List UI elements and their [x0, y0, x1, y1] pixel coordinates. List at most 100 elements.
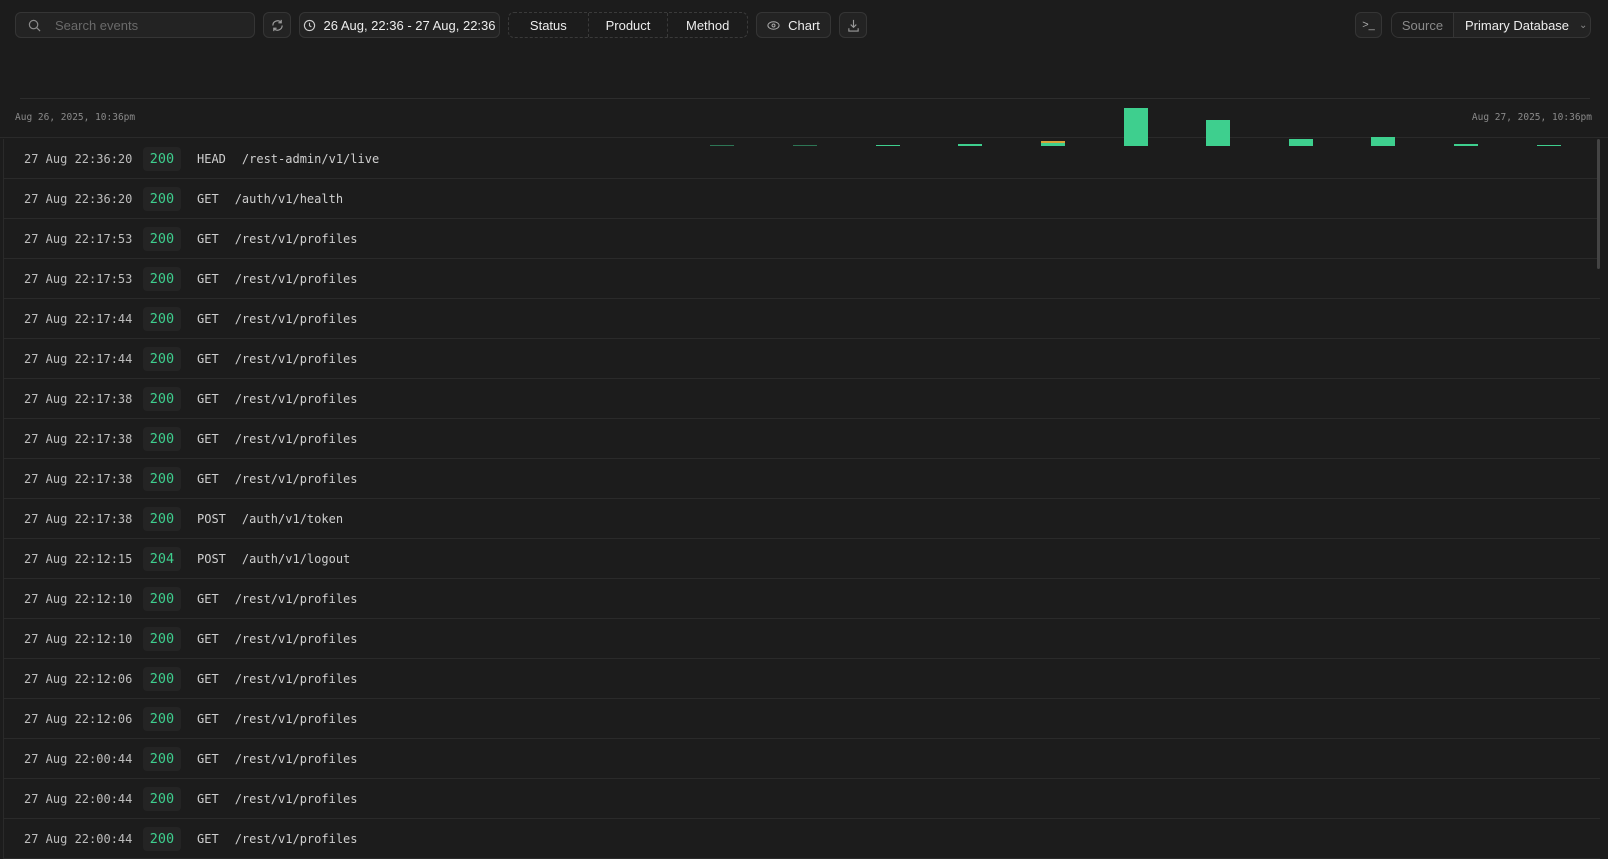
table-row[interactable]: 27 Aug 22:36:20 200 GET/auth/v1/health	[4, 179, 1600, 219]
row-method: GET	[197, 271, 219, 286]
status-badge: 200	[143, 306, 181, 331]
status-badge: 200	[143, 706, 181, 731]
terminal-icon: >_	[1362, 19, 1375, 31]
row-path: /rest/v1/profiles	[234, 351, 358, 366]
table-row[interactable]: 27 Aug 22:00:44 200 GET/rest/v1/profiles	[4, 819, 1600, 859]
chart-toggle-button[interactable]: Chart	[756, 12, 831, 38]
row-timestamp: 27 Aug 22:12:15	[24, 551, 133, 566]
table-row[interactable]: 27 Aug 22:36:20 200 HEAD/rest-admin/v1/liv…	[4, 139, 1600, 179]
table-row[interactable]: 27 Aug 22:17:53 200 GET/rest/v1/profiles	[4, 259, 1600, 299]
chart-label: Chart	[788, 17, 820, 33]
row-path: /rest-admin/v1/live	[241, 151, 380, 166]
row-method: GET	[197, 471, 219, 486]
row-path: /auth/v1/logout	[241, 551, 351, 566]
scrollbar[interactable]	[1597, 139, 1600, 269]
row-timestamp: 27 Aug 22:17:53	[24, 271, 133, 286]
date-range-button[interactable]: 26 Aug, 22:36 - 27 Aug, 22:36	[299, 12, 500, 38]
status-badge: 200	[143, 786, 181, 811]
row-method: GET	[197, 431, 219, 446]
row-timestamp: 27 Aug 22:12:06	[24, 671, 133, 686]
row-path: /rest/v1/profiles	[234, 231, 358, 246]
table-row[interactable]: 27 Aug 22:12:10 200 GET/rest/v1/profiles	[4, 619, 1600, 659]
row-method: GET	[197, 351, 219, 366]
row-method: GET	[197, 391, 219, 406]
table-row[interactable]: 27 Aug 22:17:38 200 POST/auth/v1/token	[4, 499, 1600, 539]
refresh-button[interactable]	[263, 12, 291, 38]
row-path: /rest/v1/profiles	[234, 271, 358, 286]
download-button[interactable]	[839, 12, 867, 38]
table-row[interactable]: 27 Aug 22:17:38 200 GET/rest/v1/profiles	[4, 419, 1600, 459]
status-badge: 200	[143, 826, 181, 851]
row-path: /rest/v1/profiles	[234, 591, 358, 606]
download-icon	[847, 19, 859, 32]
sql-terminal-button[interactable]: >_	[1355, 12, 1382, 38]
table-row[interactable]: 27 Aug 22:17:38 200 GET/rest/v1/profiles	[4, 459, 1600, 499]
table-row[interactable]: 27 Aug 22:12:15 204 POST/auth/v1/logout	[4, 539, 1600, 579]
row-path: /rest/v1/profiles	[234, 791, 358, 806]
table-row[interactable]: 27 Aug 22:12:06 200 GET/rest/v1/profiles	[4, 699, 1600, 739]
table-row[interactable]: 27 Aug 22:00:44 200 GET/rest/v1/profiles	[4, 739, 1600, 779]
row-timestamp: 27 Aug 22:17:44	[24, 311, 133, 326]
status-badge: 200	[143, 666, 181, 691]
row-path: /rest/v1/profiles	[234, 671, 358, 686]
eye-icon	[767, 20, 780, 30]
filter-group: Status Product Method	[508, 12, 748, 38]
table-row[interactable]: 27 Aug 22:17:38 200 GET/rest/v1/profiles	[4, 379, 1600, 419]
row-timestamp: 27 Aug 22:17:44	[24, 351, 133, 366]
row-timestamp: 27 Aug 22:00:44	[24, 791, 133, 806]
table-row[interactable]: 27 Aug 22:17:44 200 GET/rest/v1/profiles	[4, 339, 1600, 379]
status-badge: 200	[143, 226, 181, 251]
filter-method[interactable]: Method	[668, 13, 747, 37]
table-row[interactable]: 27 Aug 22:00:44 200 GET/rest/v1/profiles	[4, 779, 1600, 819]
chart-axis	[20, 98, 1590, 99]
row-method: GET	[197, 631, 219, 646]
events-table: 27 Aug 22:36:20 200 HEAD/rest-admin/v1/liv…	[3, 139, 1600, 859]
toolbar: Search events 26 Aug, 22:36 - 27 Aug, 22…	[0, 0, 1608, 48]
table-row[interactable]: 27 Aug 22:12:10 200 GET/rest/v1/profiles	[4, 579, 1600, 619]
row-timestamp: 27 Aug 22:36:20	[24, 191, 133, 206]
row-path: /rest/v1/profiles	[234, 751, 358, 766]
status-badge: 200	[143, 746, 181, 771]
row-method: GET	[197, 311, 219, 326]
row-path: /rest/v1/profiles	[234, 831, 358, 846]
row-path: /rest/v1/profiles	[234, 631, 358, 646]
search-placeholder: Search events	[55, 17, 139, 33]
row-method: POST	[197, 511, 226, 526]
status-badge: 200	[143, 466, 181, 491]
filter-status[interactable]: Status	[509, 13, 589, 37]
chart-start-label: Aug 26, 2025, 10:36pm	[15, 112, 136, 123]
status-badge: 200	[143, 426, 181, 451]
row-timestamp: 27 Aug 22:12:06	[24, 711, 133, 726]
search-icon	[28, 19, 41, 31]
status-badge: 200	[143, 266, 181, 291]
row-timestamp: 27 Aug 22:17:53	[24, 231, 133, 246]
date-range: 26 Aug, 22:36 - 27 Aug, 22:36	[323, 17, 496, 33]
table-row[interactable]: 27 Aug 22:12:06 200 GET/rest/v1/profiles	[4, 659, 1600, 699]
row-timestamp: 27 Aug 22:12:10	[24, 591, 133, 606]
status-badge: 200	[143, 146, 181, 171]
row-path: /rest/v1/profiles	[234, 431, 358, 446]
status-badge: 200	[143, 386, 181, 411]
status-badge: 200	[143, 506, 181, 531]
clock-icon	[304, 19, 316, 31]
row-path: /rest/v1/profiles	[234, 711, 358, 726]
table-row[interactable]: 27 Aug 22:17:44 200 GET/rest/v1/profiles	[4, 299, 1600, 339]
row-path: /auth/v1/health	[234, 191, 344, 206]
row-method: GET	[197, 671, 219, 686]
search-input[interactable]: Search events	[15, 12, 255, 38]
row-path: /rest/v1/profiles	[234, 311, 358, 326]
refresh-icon	[271, 19, 283, 31]
row-method: GET	[197, 751, 219, 766]
row-method: GET	[197, 191, 219, 206]
source-selector[interactable]: Source Primary Database ⌄	[1391, 12, 1591, 38]
source-value: Primary Database	[1465, 17, 1570, 33]
row-timestamp: 27 Aug 22:36:20	[24, 151, 133, 166]
status-badge: 204	[143, 546, 181, 571]
row-timestamp: 27 Aug 22:00:44	[24, 751, 133, 766]
status-badge: 200	[143, 586, 181, 611]
row-method: GET	[197, 231, 219, 246]
filter-product[interactable]: Product	[589, 13, 669, 37]
row-method: GET	[197, 831, 219, 846]
row-method: GET	[197, 711, 219, 726]
table-row[interactable]: 27 Aug 22:17:53 200 GET/rest/v1/profiles	[4, 219, 1600, 259]
